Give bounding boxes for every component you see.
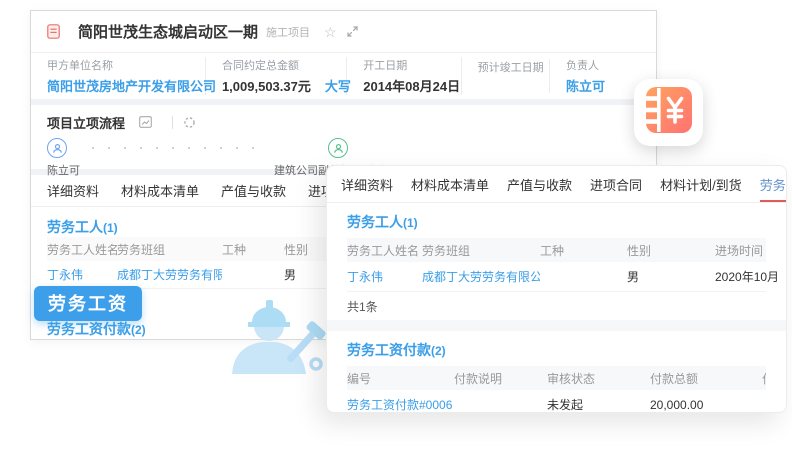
payment-section-title: 劳务工资付款(2) — [347, 340, 766, 360]
project-info-row: 甲方单位名称 简阳世茂房地产开发有限公司 合同约定总金额 1,009,503.3… — [31, 53, 656, 99]
row-count-text: 共1条 — [347, 292, 766, 320]
worker-team-link[interactable]: 成都丁大劳劳务有限公司 — [117, 266, 222, 283]
project-type-tag: 施工项目 — [266, 24, 310, 40]
flow-step-initiator[interactable]: 陈立可 — [47, 138, 80, 178]
person-icon — [47, 138, 67, 158]
tab-detail[interactable]: 详细资料 — [47, 181, 99, 200]
table-row[interactable]: 劳务工资付款#0006 未发起 20,000.00 — [347, 390, 766, 413]
project-title: 简阳世茂生态城启动区一期 — [78, 21, 258, 42]
labor-worker-panel: 详细资料 材料成本清单 产值与收款 进项合同 材料计划/到货 劳务工人 劳务工人… — [326, 165, 787, 413]
tab-material-plan[interactable]: 材料计划/到货 — [660, 166, 742, 202]
info-field-expected-finish-date: 预计竣工日期 — [478, 59, 550, 93]
icon-divider — [172, 116, 173, 129]
approval-flow-section: 项目立项流程 陈立可 — [31, 105, 656, 169]
refresh-icon[interactable] — [183, 116, 196, 129]
worker-name-link[interactable]: 丁永伟 — [347, 268, 422, 285]
tab-output-receipts[interactable]: 产值与收款 — [221, 181, 286, 200]
labor-wage-badge: 劳务工资 — [34, 286, 142, 321]
worker-team-link[interactable]: 成都丁大劳劳务有限公司 — [422, 268, 540, 285]
worker-name-link[interactable]: 丁永伟 — [47, 266, 117, 283]
tab-material-cost[interactable]: 材料成本清单 — [411, 166, 489, 202]
flow-title: 项目立项流程 — [47, 113, 125, 132]
expected-finish-date — [478, 78, 533, 93]
entry-date: 2020年10月 — [715, 268, 766, 285]
start-date: 2014年08月24日 — [363, 76, 444, 95]
table-row[interactable]: 丁永伟 成都丁大劳劳务有限公司 男 2020年10月 — [347, 262, 766, 292]
front-tab-bar: 详细资料 材料成本清单 产值与收款 进项合同 材料计划/到货 劳务工人 — [327, 166, 786, 203]
wage-ledger-float-button[interactable] — [634, 79, 703, 146]
amount-in-words-link[interactable]: 大写 — [325, 79, 351, 94]
tab-incoming-contracts[interactable]: 进项合同 — [590, 166, 642, 202]
project-title-bar: 简阳世茂生态城启动区一期 施工项目 ☆ — [31, 11, 656, 53]
section-separator — [327, 320, 786, 331]
info-field-owner: 负责人 陈立可 — [566, 57, 624, 95]
worker-table-header: 劳务工人姓名 劳务班组 工种 性别 进场时间 — [347, 238, 766, 262]
audit-status: 未发起 — [547, 396, 650, 413]
report-icon[interactable] — [139, 116, 152, 128]
payment-amount: 20,000.00 — [650, 398, 762, 412]
tab-material-cost[interactable]: 材料成本清单 — [121, 181, 199, 200]
info-field-start-date: 开工日期 2014年08月24日 — [363, 57, 461, 95]
info-field-contract-amount: 合同约定总金额 1,009,503.37元大写 — [222, 57, 347, 95]
worker-section-title: 劳务工人(1) — [347, 212, 766, 232]
person-icon — [328, 138, 348, 158]
yen-ledger-icon — [645, 86, 693, 139]
construction-worker-watermark — [224, 294, 332, 381]
payment-table-header: 编号 付款说明 审核状态 付款总额 付 — [347, 366, 766, 390]
owner-link[interactable]: 陈立可 — [566, 76, 608, 95]
contract-amount: 1,009,503.37元 — [222, 79, 311, 94]
tab-labor-workers-active[interactable]: 劳务工人 — [760, 166, 787, 202]
star-icon[interactable]: ☆ — [324, 25, 337, 39]
info-field-client: 甲方单位名称 简阳世茂房地产开发有限公司 — [47, 57, 206, 95]
payment-record-link[interactable]: 劳务工资付款#0006 — [347, 396, 454, 413]
document-icon — [47, 24, 60, 39]
tab-detail[interactable]: 详细资料 — [341, 166, 393, 202]
client-name-link[interactable]: 简阳世茂房地产开发有限公司 — [47, 76, 189, 95]
flow-dotted-connector — [92, 147, 262, 149]
expand-icon[interactable] — [347, 26, 358, 37]
tab-output-receipts[interactable]: 产值与收款 — [507, 166, 572, 202]
